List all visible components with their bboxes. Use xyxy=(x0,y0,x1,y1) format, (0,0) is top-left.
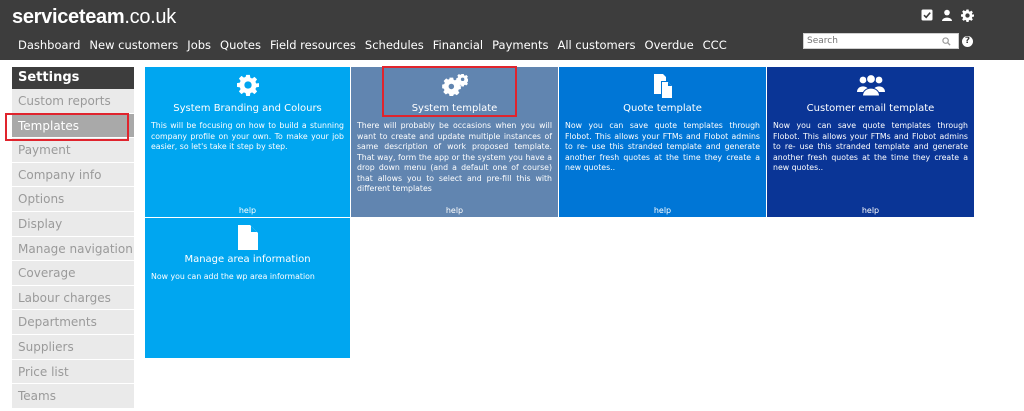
tile-manage-area-information[interactable]: Manage area information Now you can add … xyxy=(145,218,350,358)
sidebar-item-manage-navigation[interactable]: Manage navigation xyxy=(12,236,134,262)
sidebar-item-labour-charges[interactable]: Labour charges xyxy=(12,285,134,311)
tile-description: This will be focusing on how to build a … xyxy=(151,121,344,151)
sidebar-item-display[interactable]: Display xyxy=(12,211,134,237)
tile-title: Quote template xyxy=(623,103,702,114)
sidebar-item-suppliers[interactable]: Suppliers xyxy=(12,334,134,360)
tile-title: System Branding and Colours xyxy=(173,103,322,114)
sidebar-item-custom-reports[interactable]: Custom reports xyxy=(12,89,134,114)
tile-help-link[interactable]: help xyxy=(145,206,350,215)
tile-description: Now you can add the wp area information xyxy=(151,272,315,281)
sidebar-title: Settings xyxy=(12,67,134,89)
tile-title: System template xyxy=(411,103,498,114)
logo-domain: .co.uk xyxy=(124,6,176,28)
file-icon xyxy=(145,225,350,250)
logo-main: serviceteam xyxy=(12,6,125,28)
tile-help-link[interactable]: help xyxy=(767,206,974,215)
search-box xyxy=(803,33,959,49)
tile-description: There will probably be occasions when yo… xyxy=(357,121,552,193)
user-icon[interactable] xyxy=(940,8,954,22)
sidebar-item-options[interactable]: Options xyxy=(12,187,134,212)
settings-sidebar: Settings Custom reports Templates Paymen… xyxy=(12,67,134,409)
sidebar-item-teams[interactable]: Teams xyxy=(12,384,134,409)
search-input[interactable] xyxy=(804,34,939,48)
tile-customer-email-template[interactable]: Customer email template Now you can save… xyxy=(767,67,974,217)
nav-ccc[interactable]: CCC xyxy=(703,38,727,52)
nav-new-customers[interactable]: New customers xyxy=(89,38,178,52)
nav-schedules[interactable]: Schedules xyxy=(365,38,424,52)
tile-description: Now you can save quote templates through… xyxy=(773,121,968,172)
help-icon[interactable]: ? xyxy=(962,36,973,47)
tile-system-branding[interactable]: System Branding and Colours This will be… xyxy=(145,67,350,217)
top-icons xyxy=(920,8,974,22)
nav-overdue[interactable]: Overdue xyxy=(645,38,694,52)
nav-quotes[interactable]: Quotes xyxy=(220,38,261,52)
sidebar-item-company-info[interactable]: Company info xyxy=(12,162,134,188)
nav-payments[interactable]: Payments xyxy=(492,38,548,52)
gear-icon xyxy=(145,74,350,96)
sidebar-item-price-list[interactable]: Price list xyxy=(12,359,134,385)
sidebar-item-departments[interactable]: Departments xyxy=(12,310,134,335)
document-copy-icon xyxy=(559,74,766,98)
sidebar-item-templates[interactable]: Templates xyxy=(12,113,134,139)
nav-dashboard[interactable]: Dashboard xyxy=(18,38,80,52)
nav-financial[interactable]: Financial xyxy=(433,38,483,52)
tile-quote-template[interactable]: Quote template Now you can save quote te… xyxy=(559,67,766,217)
top-bar: serviceteam.co.uk Dashboard New customer… xyxy=(0,0,1024,60)
tile-system-template[interactable]: System template There will probably be o… xyxy=(351,67,558,217)
nav-jobs[interactable]: Jobs xyxy=(187,38,211,52)
nav-field-resources[interactable]: Field resources xyxy=(270,38,356,52)
sidebar-item-payment[interactable]: Payment xyxy=(12,138,134,163)
users-icon xyxy=(767,74,974,96)
checkbox-icon[interactable] xyxy=(920,8,934,22)
tile-title: Manage area information xyxy=(184,254,311,265)
gears-icon xyxy=(351,74,558,96)
logo[interactable]: serviceteam.co.uk xyxy=(12,6,176,29)
sidebar-item-coverage[interactable]: Coverage xyxy=(12,261,134,286)
tile-description: Now you can save quote templates through… xyxy=(565,121,760,172)
main-nav: Dashboard New customers Jobs Quotes Fiel… xyxy=(18,38,736,52)
nav-all-customers[interactable]: All customers xyxy=(557,38,635,52)
gear-icon[interactable] xyxy=(960,8,974,22)
tile-help-link[interactable]: help xyxy=(559,206,766,215)
tile-title: Customer email template xyxy=(806,103,935,114)
tile-help-link[interactable]: help xyxy=(351,206,558,215)
search-icon[interactable] xyxy=(939,34,953,48)
